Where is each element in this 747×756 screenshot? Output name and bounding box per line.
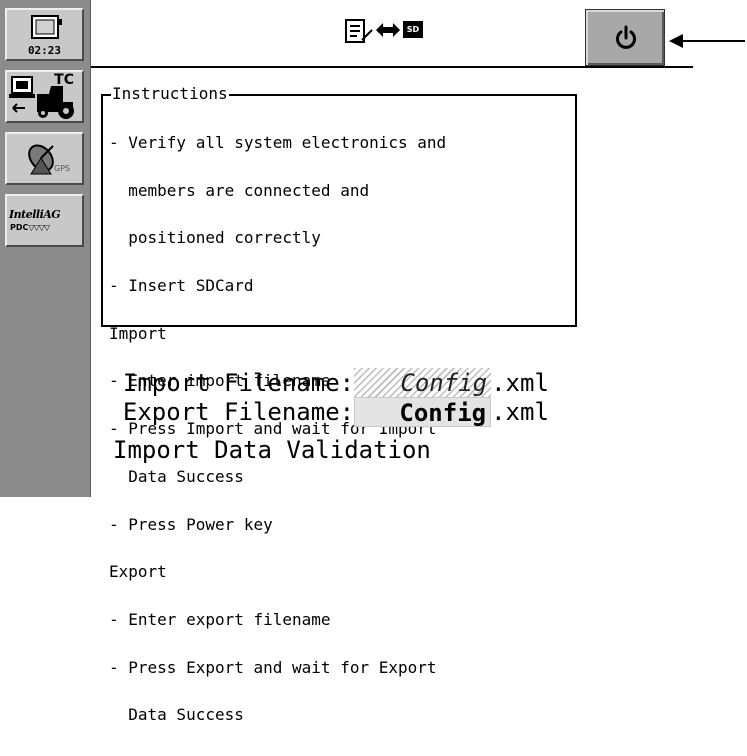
satellite-dish-icon bbox=[28, 144, 54, 175]
instruction-line: Data Success bbox=[109, 466, 244, 486]
clock-button[interactable]: 02:23 bbox=[5, 8, 84, 61]
transfer-arrows-icon bbox=[376, 23, 400, 37]
power-button[interactable] bbox=[585, 9, 665, 66]
status-message: Import Data Validation bbox=[113, 436, 431, 464]
intelliag-logo: IntelliAG bbox=[9, 208, 61, 221]
pdc-cells-icon: ▽▽▽▽ bbox=[28, 223, 50, 232]
instruction-line: Data Success bbox=[109, 705, 244, 725]
export-filename-input[interactable]: Config bbox=[354, 397, 492, 427]
gps-label: GPS bbox=[54, 164, 71, 173]
intelliag-button[interactable]: IntelliAG PDC▽▽▽▽ bbox=[5, 194, 84, 247]
export-filename-label: Export Filename: bbox=[122, 398, 355, 426]
clock-time: 02:23 bbox=[27, 44, 62, 57]
pdc-label: PDC▽▽▽▽ bbox=[10, 223, 50, 232]
gps-button[interactable]: GPS bbox=[5, 132, 84, 185]
instruction-line: - Press Power key bbox=[109, 514, 273, 534]
export-filename-row: Export Filename: Config .xml bbox=[94, 367, 549, 427]
instructions-panel: Instructions - Verify all system electro… bbox=[101, 85, 577, 723]
sidebar: 02:23 TC GPS IntelliAG PDC▽▽▽▽ bbox=[0, 0, 91, 497]
instructions-title: Instructions bbox=[111, 84, 229, 103]
export-extension: .xml bbox=[491, 398, 549, 426]
instruction-line: positioned correctly bbox=[109, 228, 321, 248]
sd-card-icon: SD bbox=[403, 21, 423, 38]
power-icon bbox=[616, 25, 636, 49]
instruction-line: Export bbox=[109, 562, 167, 582]
tc-label: TC bbox=[54, 72, 74, 88]
instruction-line: - Verify all system electronics and bbox=[109, 132, 447, 152]
pointer-arrow-icon bbox=[669, 34, 745, 48]
task-controller-button[interactable]: TC bbox=[5, 70, 84, 123]
instruction-line: - Insert SDCard bbox=[109, 275, 254, 295]
instructions-text: - Verify all system electronics and memb… bbox=[109, 103, 571, 755]
instruction-line: members are connected and bbox=[109, 180, 370, 200]
instruction-line: - Press Export and wait for Export bbox=[109, 657, 437, 677]
instruction-line: - Enter export filename bbox=[109, 610, 331, 629]
